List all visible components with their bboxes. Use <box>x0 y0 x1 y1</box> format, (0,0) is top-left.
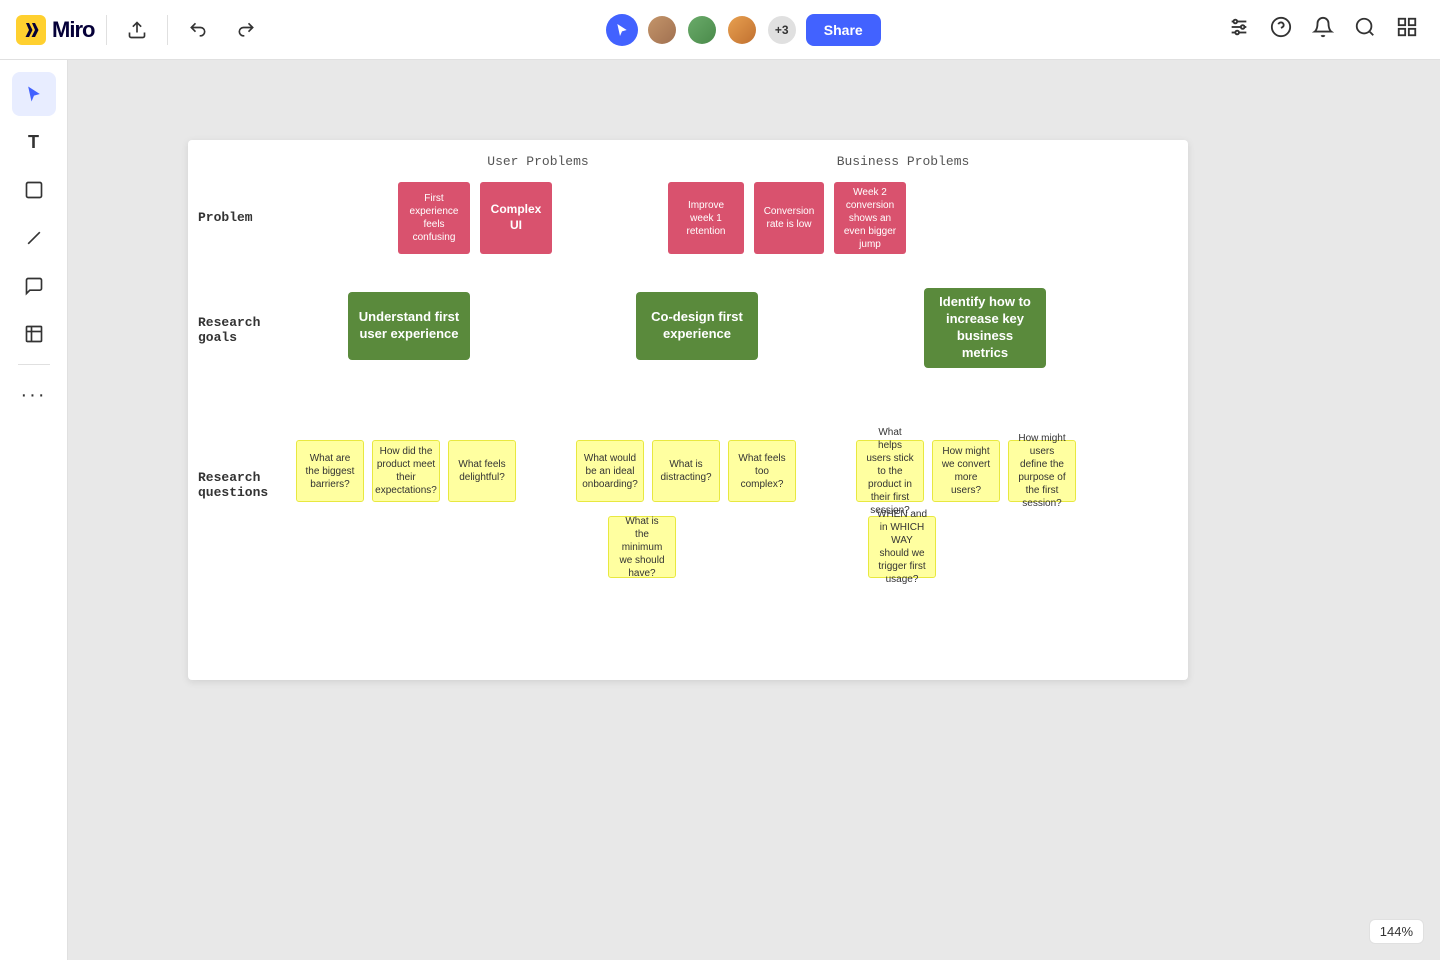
avatar-1 <box>646 14 678 46</box>
sticky-minimum[interactable]: What is the minimum we should have? <box>608 516 676 578</box>
help-icon[interactable] <box>1264 10 1298 50</box>
sticky-barriers[interactable]: What are the biggest barriers? <box>296 440 364 502</box>
sticky-complex[interactable]: What feels too complex? <box>728 440 796 502</box>
share-button[interactable]: Share <box>806 14 881 46</box>
sticky-expectations[interactable]: How did the product meet their expectati… <box>372 440 440 502</box>
settings-icon[interactable] <box>1222 10 1256 50</box>
sidebar-tool-sticky[interactable] <box>12 168 56 212</box>
sidebar-tool-text[interactable]: T <box>12 120 56 164</box>
sticky-onboarding[interactable]: What would be an ideal onboarding? <box>576 440 644 502</box>
sticky-first-experience[interactable]: First experience feels confusing <box>398 182 470 254</box>
board: User Problems Business Problems Problem … <box>188 140 1188 680</box>
business-problems-header: Business Problems <box>718 154 1088 169</box>
board-menu-icon[interactable] <box>1390 10 1424 50</box>
sidebar-tool-more[interactable]: ··· <box>12 373 56 417</box>
sidebar-separator <box>18 364 50 365</box>
sidebar-tool-comment[interactable] <box>12 264 56 308</box>
sticky-distracting[interactable]: What is distracting? <box>652 440 720 502</box>
sticky-when-trigger[interactable]: WHEN and in WHICH WAY should we trigger … <box>868 516 936 578</box>
canvas: User Problems Business Problems Problem … <box>68 60 1440 960</box>
sticky-delightful[interactable]: What feels delightful? <box>448 440 516 502</box>
sticky-understand-ux[interactable]: Understand first user experience <box>348 292 470 360</box>
topbar-right <box>1222 10 1424 50</box>
sticky-improve-retention[interactable]: Improve week 1 retention <box>668 182 744 254</box>
sidebar-tool-cursor[interactable] <box>12 72 56 116</box>
sidebar-tool-frame[interactable] <box>12 312 56 356</box>
miro-logo: Miro <box>16 15 94 45</box>
topbar: Miro +3 Share <box>0 0 1440 60</box>
undo-button[interactable] <box>180 14 216 46</box>
sticky-week2-conversion[interactable]: Week 2 conversion shows an even bigger j… <box>834 182 906 254</box>
sidebar-tool-line[interactable] <box>12 216 56 260</box>
topbar-divider2 <box>167 15 168 45</box>
cursor-indicator <box>606 14 638 46</box>
sticky-define-purpose[interactable]: How might users define the purpose of th… <box>1008 440 1076 502</box>
search-icon[interactable] <box>1348 10 1382 50</box>
problem-label: Problem <box>198 210 278 225</box>
upload-button[interactable] <box>119 14 155 46</box>
topbar-center: +3 Share <box>606 14 881 46</box>
notifications-icon[interactable] <box>1306 10 1340 50</box>
research-goals-label: Research goals <box>198 315 278 345</box>
avatar-2 <box>686 14 718 46</box>
redo-button[interactable] <box>228 14 264 46</box>
sticky-conversion-rate[interactable]: Conversion rate is low <box>754 182 824 254</box>
avatar-3 <box>726 14 758 46</box>
sticky-complex-ui[interactable]: Complex UI <box>480 182 552 254</box>
topbar-divider <box>106 15 107 45</box>
research-questions-label: Research questions <box>198 470 278 500</box>
sidebar: T ··· <box>0 60 68 960</box>
sticky-stick[interactable]: What helps users stick to the product in… <box>856 440 924 502</box>
topbar-left: Miro <box>16 14 264 46</box>
collaborators-count: +3 <box>766 14 798 46</box>
sticky-identify-metrics[interactable]: Identify how to increase key business me… <box>924 288 1046 368</box>
sticky-codesign[interactable]: Co-design first experience <box>636 292 758 360</box>
sticky-convert[interactable]: How might we convert more users? <box>932 440 1000 502</box>
app-name: Miro <box>52 17 94 43</box>
user-problems-header: User Problems <box>388 154 688 169</box>
zoom-indicator: 144% <box>1369 919 1424 944</box>
